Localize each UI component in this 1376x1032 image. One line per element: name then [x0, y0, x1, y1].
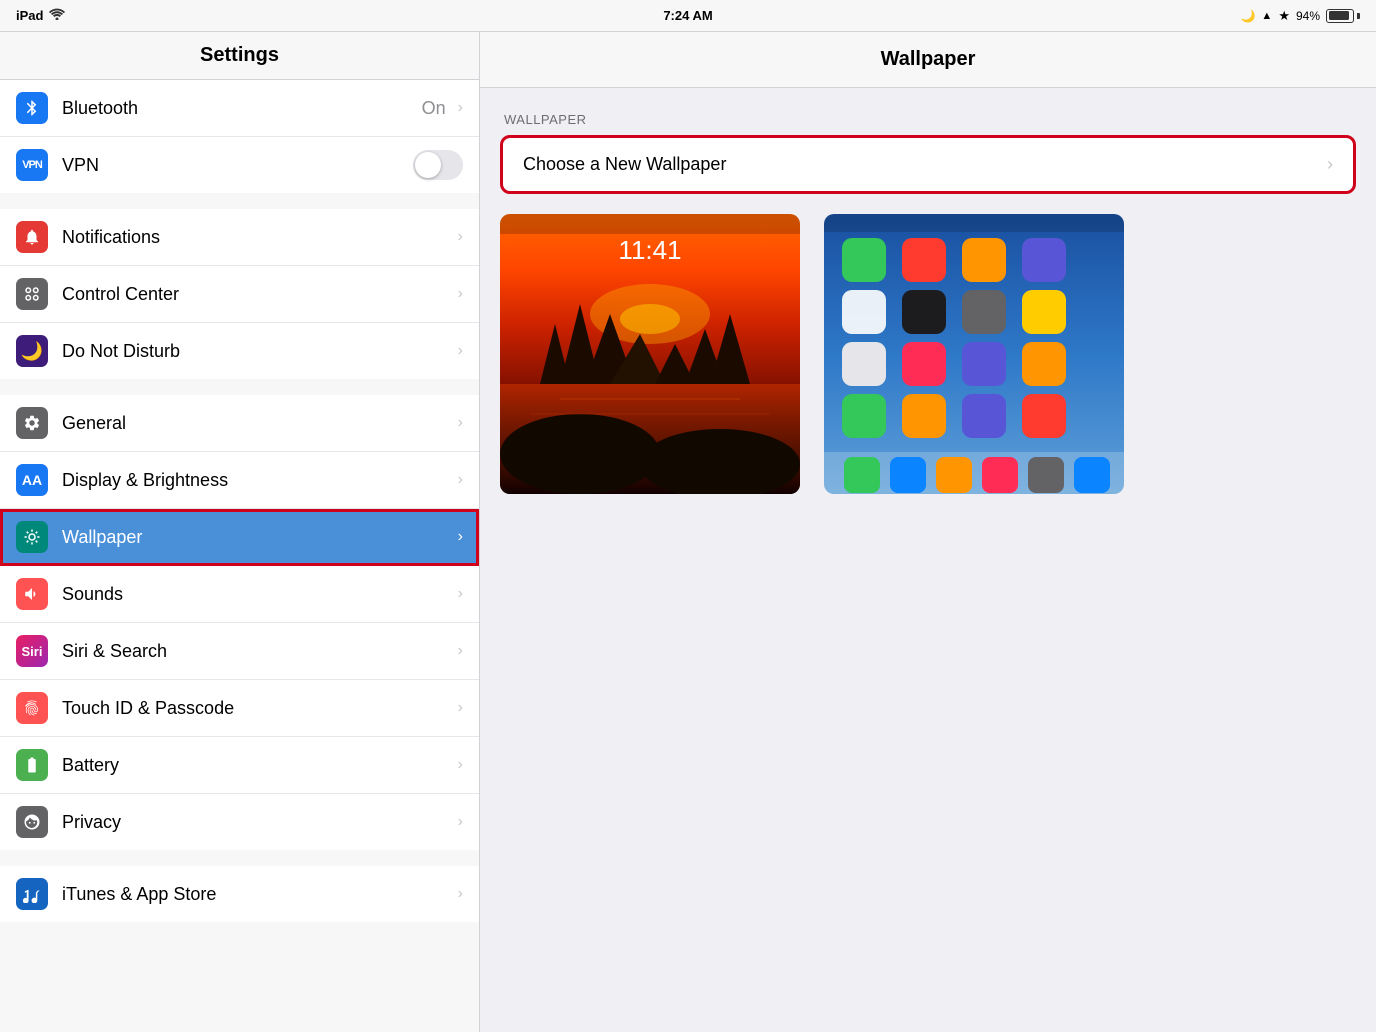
- display-label: Display & Brightness: [62, 470, 454, 491]
- vpn-label: VPN: [62, 155, 413, 176]
- sounds-icon: [16, 578, 48, 610]
- privacy-label: Privacy: [62, 812, 454, 833]
- sidebar-item-do-not-disturb[interactable]: 🌙 Do Not Disturb ›: [0, 323, 479, 379]
- vpn-toggle[interactable]: [413, 150, 463, 180]
- home-screen-preview[interactable]: [824, 214, 1124, 494]
- sidebar-item-wallpaper[interactable]: Wallpaper ›: [0, 509, 479, 566]
- privacy-chevron: ›: [458, 813, 463, 831]
- siri-label: Siri & Search: [62, 641, 454, 662]
- sidebar-item-bluetooth[interactable]: Bluetooth On ›: [0, 80, 479, 137]
- status-time: 7:24 AM: [663, 8, 712, 23]
- bluetooth-chevron: ›: [458, 99, 463, 117]
- control-center-label: Control Center: [62, 284, 454, 305]
- battery-label: Battery: [62, 755, 454, 776]
- wallpaper-icon: [16, 521, 48, 553]
- sidebar-item-siri[interactable]: Siri Siri & Search ›: [0, 623, 479, 680]
- sidebar-item-notifications[interactable]: Notifications ›: [0, 209, 479, 266]
- moon-icon: 🌙: [1240, 9, 1255, 23]
- vpn-icon: VPN: [16, 149, 48, 181]
- content-panel: Wallpaper WALLPAPER Choose a New Wallpap…: [480, 32, 1376, 1032]
- status-left: iPad: [16, 8, 65, 23]
- privacy-icon: [16, 806, 48, 838]
- touch-id-icon: [16, 692, 48, 724]
- device-label: iPad: [16, 8, 43, 23]
- display-chevron: ›: [458, 471, 463, 489]
- choose-wallpaper-chevron: ›: [1327, 154, 1333, 175]
- itunes-icon: [16, 878, 48, 910]
- sidebar-item-sounds[interactable]: Sounds ›: [0, 566, 479, 623]
- sounds-label: Sounds: [62, 584, 454, 605]
- wallpaper-label: Wallpaper: [62, 527, 454, 548]
- itunes-chevron: ›: [458, 885, 463, 903]
- notifications-label: Notifications: [62, 227, 454, 248]
- sidebar-item-touch-id[interactable]: Touch ID & Passcode ›: [0, 680, 479, 737]
- lock-screen-preview[interactable]: 11:41: [500, 214, 800, 494]
- wallpaper-chevron: ›: [458, 528, 463, 546]
- main-layout: Settings Bluetooth On › VPN VPN: [0, 32, 1376, 1032]
- siri-chevron: ›: [458, 642, 463, 660]
- wallpaper-section: WALLPAPER Choose a New Wallpaper ›: [500, 112, 1356, 494]
- battery-chevron: ›: [458, 756, 463, 774]
- sounds-chevron: ›: [458, 585, 463, 603]
- siri-icon: Siri: [16, 635, 48, 667]
- bluetooth-value: On: [422, 98, 446, 119]
- settings-group-system: Notifications › Control Center › 🌙: [0, 209, 479, 379]
- sidebar-item-vpn[interactable]: VPN VPN: [0, 137, 479, 193]
- bluetooth-icon: [16, 92, 48, 124]
- bluetooth-label: Bluetooth: [62, 98, 422, 119]
- sidebar-item-privacy[interactable]: Privacy ›: [0, 794, 479, 850]
- control-center-icon: [16, 278, 48, 310]
- battery-icon: [1326, 9, 1360, 23]
- bluetooth-icon: ★: [1278, 8, 1290, 24]
- touch-id-chevron: ›: [458, 699, 463, 717]
- do-not-disturb-chevron: ›: [458, 342, 463, 360]
- sidebar: Settings Bluetooth On › VPN VPN: [0, 32, 480, 1032]
- settings-group-personalization: General › AA Display & Brightness › Wall…: [0, 395, 479, 850]
- sidebar-item-general[interactable]: General ›: [0, 395, 479, 452]
- sidebar-item-display[interactable]: AA Display & Brightness ›: [0, 452, 479, 509]
- general-label: General: [62, 413, 454, 434]
- do-not-disturb-icon: 🌙: [16, 335, 48, 367]
- notifications-icon: [16, 221, 48, 253]
- status-bar: iPad 7:24 AM 🌙 ▲ ★ 94%: [0, 0, 1376, 32]
- wallpaper-section-label: WALLPAPER: [500, 112, 1356, 127]
- do-not-disturb-label: Do Not Disturb: [62, 341, 454, 362]
- settings-group-store: iTunes & App Store ›: [0, 866, 479, 922]
- sidebar-title: Settings: [0, 32, 479, 80]
- choose-wallpaper-label: Choose a New Wallpaper: [523, 154, 1327, 175]
- location-icon: ▲: [1261, 10, 1272, 22]
- display-icon: AA: [16, 464, 48, 496]
- battery-percent: 94%: [1296, 9, 1320, 23]
- general-chevron: ›: [458, 414, 463, 432]
- content-title: Wallpaper: [480, 32, 1376, 88]
- control-center-chevron: ›: [458, 285, 463, 303]
- touch-id-label: Touch ID & Passcode: [62, 698, 454, 719]
- sidebar-item-control-center[interactable]: Control Center ›: [0, 266, 479, 323]
- battery-icon: [16, 749, 48, 781]
- wifi-icon: [49, 8, 65, 23]
- itunes-label: iTunes & App Store: [62, 884, 454, 905]
- sidebar-item-itunes[interactable]: iTunes & App Store ›: [0, 866, 479, 922]
- choose-wallpaper-row[interactable]: Choose a New Wallpaper ›: [500, 135, 1356, 194]
- wallpaper-previews: 11:41: [500, 214, 1356, 494]
- notifications-chevron: ›: [458, 228, 463, 246]
- general-icon: [16, 407, 48, 439]
- sidebar-item-battery[interactable]: Battery ›: [0, 737, 479, 794]
- status-right: 🌙 ▲ ★ 94%: [1240, 8, 1360, 24]
- svg-text:11:41: 11:41: [618, 235, 681, 265]
- settings-group-connectivity: Bluetooth On › VPN VPN: [0, 80, 479, 193]
